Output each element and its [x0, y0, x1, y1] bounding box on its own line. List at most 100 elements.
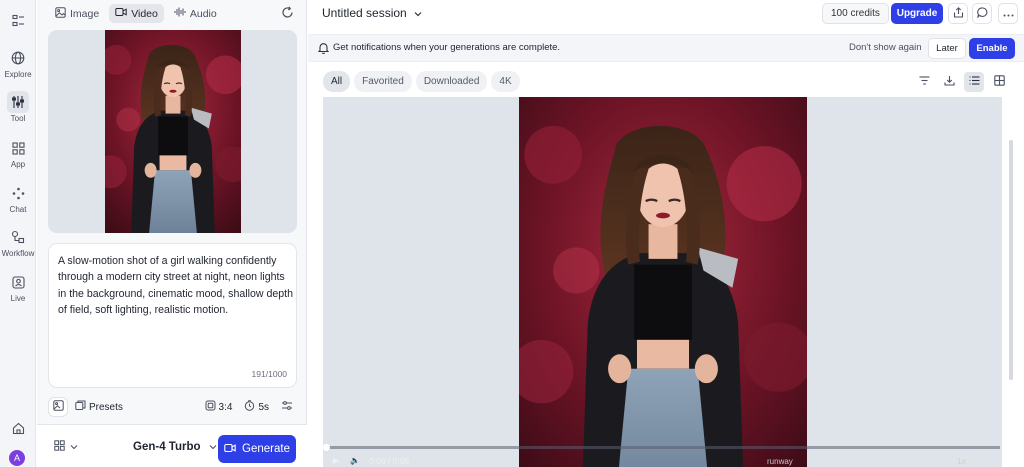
nav-item-live[interactable]: Live	[0, 271, 36, 303]
aspect-ratio-value: 3:4	[218, 401, 233, 413]
tab-image[interactable]: Image	[49, 4, 105, 23]
filter-favorited[interactable]: Favorited	[354, 71, 412, 92]
watermark: runway	[767, 457, 793, 466]
live-icon	[7, 271, 29, 293]
home-icon	[7, 417, 29, 439]
globe-icon	[7, 47, 29, 69]
filter-4k[interactable]: 4K	[491, 71, 520, 92]
aspect-ratio-icon	[205, 400, 216, 414]
presets-label: Presets	[89, 401, 123, 413]
later-button[interactable]: Later	[928, 38, 966, 59]
reset-button[interactable]	[281, 6, 295, 20]
model-name: Gen-4 Turbo	[133, 441, 201, 453]
chevron-down-icon	[209, 441, 217, 453]
share-icon	[953, 6, 964, 21]
video-icon	[224, 443, 236, 456]
video-progress-bar[interactable]	[323, 444, 1000, 451]
nav-label: Chat	[9, 205, 27, 214]
nav-item-explore[interactable]: Explore	[0, 47, 36, 79]
chat-bubble-icon	[976, 6, 988, 21]
clock-icon	[244, 400, 255, 414]
nav-label: Tool	[10, 114, 26, 123]
grid-view-button[interactable]	[989, 72, 1009, 92]
volume-icon[interactable]: 🔈	[350, 456, 360, 465]
video-player-controls: ▶ 🔈 0:00 / 0:05 runway 1x	[323, 444, 1002, 467]
settings-sliders-icon	[281, 400, 293, 414]
panel-footer: Gen-4 Turbo Generate	[37, 424, 307, 467]
download-icon	[943, 75, 955, 89]
generation-options: Presets 3:4 5s	[48, 396, 297, 418]
list-view-button[interactable]	[964, 72, 984, 92]
workflow-icon	[7, 226, 29, 248]
nav-item-app[interactable]: App	[0, 137, 36, 169]
bell-icon	[317, 42, 330, 57]
generate-button[interactable]: Generate	[218, 435, 296, 463]
duration-button[interactable]: 5s	[240, 397, 273, 417]
sliders-icon	[7, 91, 29, 113]
feedback-button[interactable]	[972, 3, 992, 24]
generated-video-frame	[519, 97, 807, 467]
avatar[interactable]: A	[9, 450, 25, 466]
view-tools	[914, 72, 1009, 92]
video-viewer[interactable]: ▶ 🔈 0:00 / 0:05 runway 1x	[323, 97, 1002, 467]
sidebar-toggle-button[interactable]	[0, 9, 36, 31]
session-title: Untitled session	[322, 6, 407, 20]
image-plus-icon	[52, 400, 64, 414]
add-image-button[interactable]	[48, 397, 68, 417]
credits-badge[interactable]: 100 credits	[822, 3, 889, 24]
tab-video[interactable]: Video	[109, 4, 164, 23]
tab-label: Video	[131, 7, 158, 20]
settings-button[interactable]	[277, 397, 297, 417]
layout-dropdown[interactable]	[54, 440, 78, 454]
nav-label: App	[10, 160, 26, 169]
image-icon	[55, 6, 66, 21]
more-horizontal-icon	[1003, 8, 1014, 20]
nav-label: Live	[10, 294, 26, 303]
input-image-preview[interactable]	[48, 30, 297, 233]
notification-banner: Get notifications when your generations …	[308, 34, 1024, 62]
nav-item-tool[interactable]: Tool	[0, 91, 36, 123]
tab-audio[interactable]: Audio	[168, 4, 223, 23]
nav-item-chat[interactable]: Chat	[0, 182, 36, 214]
prompt-input[interactable]: A slow-motion shot of a girl walking con…	[48, 243, 297, 388]
dont-show-again-link[interactable]: Don't show again	[849, 42, 922, 53]
play-icon[interactable]: ▶	[333, 456, 339, 465]
grid-icon	[993, 75, 1005, 89]
presets-icon	[75, 400, 86, 414]
tool-panel: Image Video Audio A slow-motion shot of …	[37, 0, 307, 467]
notice-message: Get notifications when your generations …	[333, 42, 561, 53]
prompt-text[interactable]: A slow-motion shot of a girl walking con…	[58, 253, 293, 318]
main-scrollbar[interactable]	[1009, 140, 1013, 380]
aspect-ratio-button[interactable]: 3:4	[201, 397, 237, 417]
generate-label: Generate	[242, 443, 290, 455]
filter-tabs: All Favorited Downloaded 4K	[323, 71, 520, 92]
main-area: Untitled session 100 credits Upgrade Get…	[308, 0, 1024, 467]
playback-speed[interactable]: 1x	[957, 456, 966, 466]
grid-icon	[54, 440, 65, 454]
nav-label: Explore	[4, 70, 32, 79]
chevron-down-icon	[414, 6, 422, 20]
nav-item-workflow[interactable]: Workflow	[0, 226, 36, 258]
input-image	[105, 30, 241, 233]
filter-downloaded[interactable]: Downloaded	[415, 71, 488, 92]
filter-all[interactable]: All	[323, 71, 351, 92]
audio-icon	[174, 7, 186, 20]
more-button[interactable]	[998, 3, 1018, 24]
sidebar-toggle-icon	[7, 9, 29, 31]
model-selector[interactable]: Gen-4 Turbo	[133, 441, 217, 453]
refresh-icon	[281, 6, 294, 22]
upgrade-button[interactable]: Upgrade	[891, 3, 943, 24]
enable-button[interactable]: Enable	[969, 38, 1015, 59]
share-button[interactable]	[948, 3, 968, 24]
home-button[interactable]	[0, 417, 36, 439]
filter-button[interactable]	[914, 72, 934, 92]
nav-rail: Explore Tool App Chat Workflow Live A	[0, 0, 36, 467]
char-count: 191/1000	[251, 369, 287, 379]
download-button[interactable]	[939, 72, 959, 92]
tab-label: Audio	[189, 7, 217, 20]
list-icon	[969, 76, 980, 88]
chevron-down-icon	[70, 441, 78, 453]
presets-button[interactable]: Presets	[71, 397, 127, 417]
progress-knob[interactable]	[323, 444, 330, 451]
session-title-dropdown[interactable]: Untitled session	[322, 6, 422, 20]
